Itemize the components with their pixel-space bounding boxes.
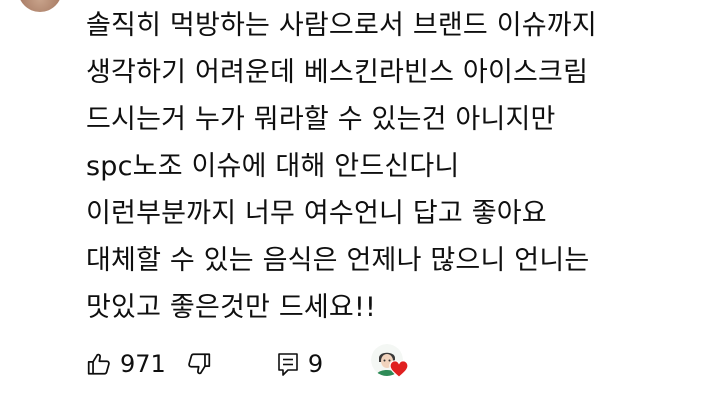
comment-line: spc노조 이슈에 대해 안드신다니 [86,151,460,182]
comment-line: 대체할 수 있는 음식은 언제나 많으니 언니는 [86,245,590,276]
comment-line: 이런부분까지 너무 여수언니 답고 좋아요 [86,198,547,229]
comment-line: 드시는거 누가 뭐라할 수 있는건 아니지만 [86,104,556,135]
reply-button[interactable]: 9 [276,350,323,378]
commenter-avatar[interactable] [18,0,62,12]
comment-text: 솔직히 먹방하는 사람으로서 브랜드 이슈까지 생각하기 어려운데 베스킨라빈스… [86,2,706,331]
creator-heart-badge [371,344,411,384]
comment-line: 맛있고 좋은것만 드세요!! [86,292,377,323]
reply-icon [276,351,300,377]
like-button[interactable]: 971 [86,350,166,378]
comment-line: 생각하기 어려운데 베스킨라빈스 아이스크림 [86,57,589,88]
heart-icon [389,360,409,382]
comment-actions: 971 9 [86,342,411,386]
like-count: 971 [120,350,166,378]
thumbs-down-icon [186,351,212,377]
reply-count: 9 [307,350,324,378]
comment-line: 솔직히 먹방하는 사람으로서 브랜드 이슈까지 [86,10,597,41]
dislike-button[interactable] [186,351,212,377]
thumbs-up-icon [86,351,112,377]
